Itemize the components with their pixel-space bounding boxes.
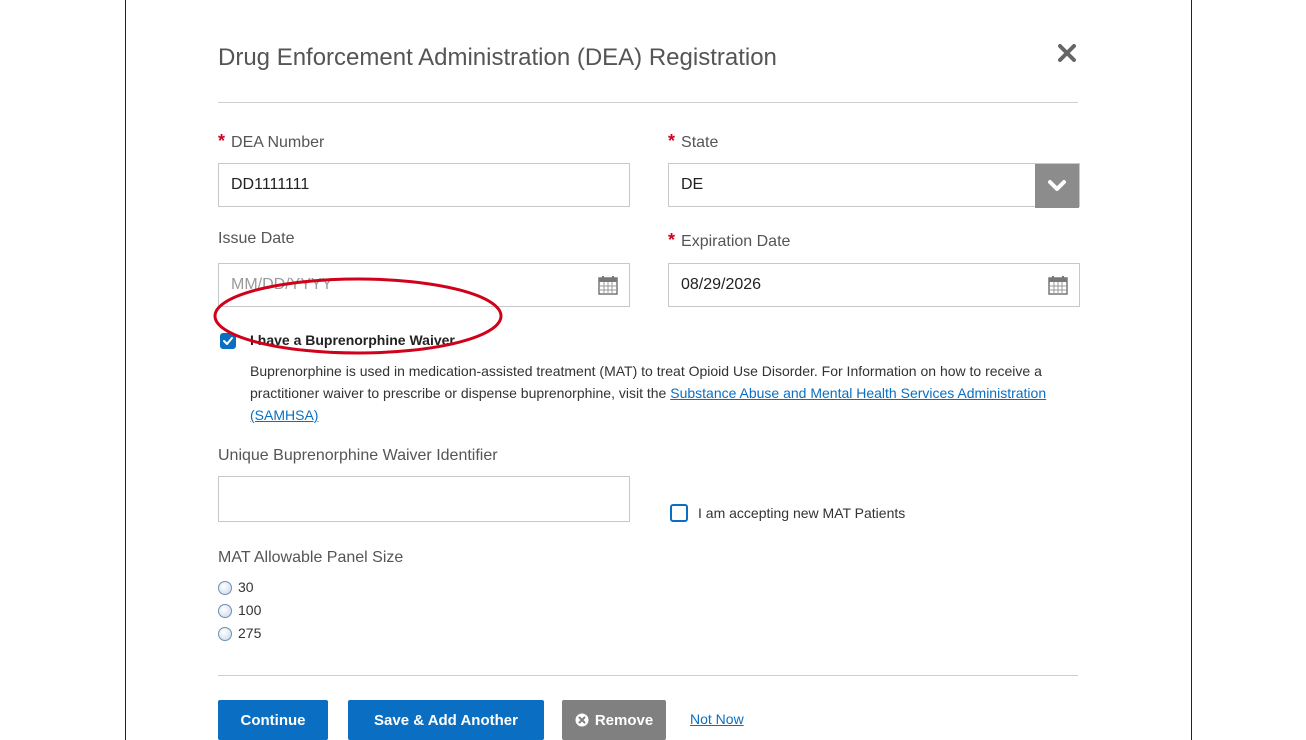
calendar-icon[interactable] [1047, 274, 1069, 296]
state-label: * State [668, 131, 718, 152]
remove-button[interactable]: Remove [562, 700, 666, 740]
expiration-date-label: * Expiration Date [668, 230, 790, 251]
dea-number-input[interactable]: DD1111111 [218, 163, 630, 207]
title-divider [218, 102, 1078, 103]
chevron-down-icon [1048, 180, 1066, 191]
not-now-link[interactable]: Not Now [690, 711, 744, 727]
dea-number-label: * DEA Number [218, 131, 324, 152]
accepting-mat-label: I am accepting new MAT Patients [698, 505, 906, 521]
expiration-date-input[interactable]: 08/29/2026 [668, 263, 1080, 307]
close-icon[interactable] [1056, 42, 1078, 64]
dea-number-value: DD1111111 [231, 176, 310, 193]
state-select[interactable]: DE [668, 163, 1080, 208]
issue-date-label: Issue Date [218, 230, 295, 247]
panel-size-radio-275[interactable] [218, 627, 232, 641]
waiver-info-text: Buprenorphine is used in medication-assi… [250, 360, 1090, 426]
state-label-text: State [681, 134, 719, 151]
footer-divider [218, 675, 1078, 676]
panel-size-option-label: 275 [238, 625, 262, 641]
panel-size-label: MAT Allowable Panel Size [218, 549, 404, 566]
required-mark: * [218, 131, 226, 151]
accepting-mat-checkbox[interactable] [670, 504, 688, 522]
panel-size-option-label: 100 [238, 602, 262, 618]
state-value: DE [681, 176, 704, 193]
expiration-date-label-text: Expiration Date [681, 233, 791, 250]
required-mark: * [668, 230, 676, 250]
expiration-date-value: 08/29/2026 [681, 276, 762, 293]
dea-number-label-text: DEA Number [231, 134, 325, 151]
continue-button[interactable]: Continue [218, 700, 328, 740]
modal-title: Drug Enforcement Administration (DEA) Re… [218, 44, 777, 71]
remove-icon [575, 713, 589, 727]
panel-size-radio-30[interactable] [218, 581, 232, 595]
annotation-ellipse [213, 277, 503, 355]
waiver-identifier-input[interactable] [218, 476, 630, 522]
remove-button-label: Remove [594, 711, 654, 729]
save-add-another-button[interactable]: Save & Add Another [348, 700, 544, 740]
calendar-icon[interactable] [597, 274, 619, 296]
right-frame-border [1191, 0, 1192, 740]
dea-registration-modal: Drug Enforcement Administration (DEA) Re… [218, 0, 1080, 740]
state-dropdown-toggle[interactable] [1035, 164, 1079, 208]
panel-size-radio-100[interactable] [218, 604, 232, 618]
waiver-identifier-label: Unique Buprenorphine Waiver Identifier [218, 447, 498, 464]
left-frame-border [125, 0, 126, 740]
required-mark: * [668, 131, 676, 151]
panel-size-option-label: 30 [238, 579, 254, 595]
